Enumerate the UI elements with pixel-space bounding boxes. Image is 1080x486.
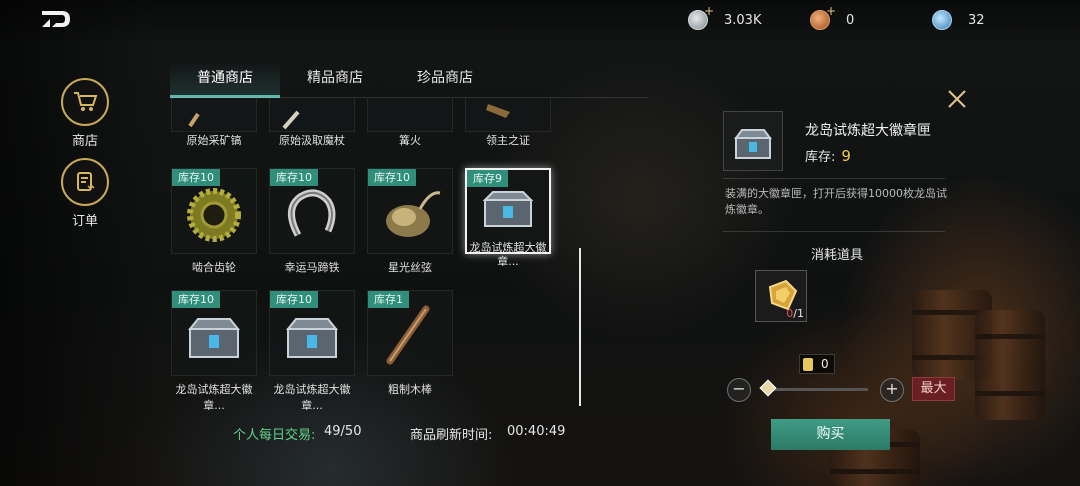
item-slot: 库存10 xyxy=(171,168,257,254)
stock-badge: 库存9 xyxy=(467,170,508,187)
item-slot: 库存1 xyxy=(367,290,453,376)
item-name: 幸运马蹄铁 xyxy=(284,261,340,274)
item-name: 粗制木棒 xyxy=(388,383,432,396)
shop-item[interactable]: 库存10 龙岛试炼超大徽章... xyxy=(269,290,355,414)
silver-amount: 3.03K xyxy=(724,12,762,28)
stock-badge: 库存10 xyxy=(172,169,220,186)
detail-item-icon xyxy=(723,111,783,171)
item-slot: 库存10 xyxy=(269,290,355,376)
item-slot xyxy=(171,98,257,132)
stock-badge: 库存10 xyxy=(270,169,318,186)
tab-rare-shop[interactable]: 珍品商店 xyxy=(390,62,500,98)
tab-premium-shop[interactable]: 精品商店 xyxy=(280,62,390,98)
decrease-button[interactable]: − xyxy=(727,378,751,402)
consume-item-slot[interactable]: 0/1 xyxy=(755,270,807,322)
item-slot xyxy=(269,98,355,132)
grid-scrollbar[interactable] xyxy=(579,248,581,406)
max-button[interactable]: 最大 xyxy=(912,377,955,401)
refresh-time-value: 00:40:49 xyxy=(507,424,566,439)
badge-chest-icon xyxy=(734,129,772,159)
item-name: 篝火 xyxy=(399,134,421,147)
divider xyxy=(723,178,945,179)
nav-shop-circle xyxy=(61,78,109,126)
lord-token-icon xyxy=(486,104,510,118)
item-name: 领主之证 xyxy=(486,134,530,147)
item-name: 星光丝弦 xyxy=(388,261,432,274)
crystal-orb-icon xyxy=(932,10,952,30)
shop-item[interactable]: 库存10 幸运马蹄铁 xyxy=(269,168,355,276)
copper-amount: 0 xyxy=(846,12,855,28)
item-slot: 库存10 xyxy=(171,290,257,376)
quantity-icon xyxy=(803,357,813,371)
consume-title: 消耗道具 xyxy=(810,248,863,263)
increase-button[interactable]: + xyxy=(880,378,904,402)
quantity-slider-track[interactable] xyxy=(764,388,868,391)
crystal-amount: 32 xyxy=(968,12,985,28)
nav-orders[interactable]: 订单 xyxy=(58,158,112,229)
nav-shop[interactable]: 商店 xyxy=(58,78,112,149)
item-name: 龙岛试炼超大徽章... xyxy=(273,383,351,412)
add-icon[interactable]: + xyxy=(826,5,836,17)
stock-badge: 库存10 xyxy=(172,291,220,308)
stock-badge: 库存1 xyxy=(368,291,409,308)
barrel-decoration xyxy=(975,310,1045,420)
left-shade xyxy=(0,0,160,486)
refresh-time-label: 商品刷新时间: xyxy=(410,428,493,443)
close-icon[interactable] xyxy=(946,88,968,110)
quantity-display: 0 xyxy=(799,354,835,374)
item-name: 原始汲取魔杖 xyxy=(279,134,345,147)
daily-trade-label: 个人每日交易: xyxy=(233,428,316,443)
shop-item-partial[interactable]: 原始汲取魔杖 xyxy=(269,98,355,147)
item-name: 啮合齿轮 xyxy=(192,261,236,274)
shop-item[interactable]: 库存10 龙岛试炼超大徽章... xyxy=(171,290,257,414)
add-icon[interactable]: + xyxy=(704,5,714,17)
buy-button[interactable]: 购买 xyxy=(771,419,890,450)
shop-item-selected[interactable]: 库存9 龙岛试炼超大徽章... xyxy=(465,168,551,268)
shop-item-partial[interactable]: 篝火 xyxy=(367,98,453,147)
nav-orders-label: 订单 xyxy=(71,214,98,229)
nav-orders-circle xyxy=(61,158,109,206)
copper-coin-icon: + xyxy=(810,5,836,30)
item-slot: 库存10 xyxy=(269,168,355,254)
tab-normal-shop[interactable]: 普通商店 xyxy=(170,62,280,98)
crystal-currency: 32 xyxy=(932,10,985,30)
silver-currency[interactable]: + 3.03K xyxy=(688,5,762,30)
consume-need: /1 xyxy=(793,307,804,320)
item-slot xyxy=(367,98,453,132)
wand-icon xyxy=(282,110,300,130)
shop-item[interactable]: 库存10 啮合齿轮 xyxy=(171,168,257,276)
copper-currency[interactable]: + 0 xyxy=(810,5,855,30)
silver-coin-icon: + xyxy=(688,5,714,30)
quantity-value: 0 xyxy=(821,357,829,371)
shop-item[interactable]: 库存1 粗制木棒 xyxy=(367,290,453,398)
detail-description: 装满的大徽章匣，打开后获得10000枚龙岛试炼徽章。 xyxy=(725,187,947,216)
item-slot xyxy=(465,98,551,132)
back-arrow-icon[interactable] xyxy=(40,8,72,30)
daily-trade-value: 49/50 xyxy=(324,424,362,439)
detail-stock-value: 9 xyxy=(841,147,851,165)
shop-item-partial[interactable]: 领主之证 xyxy=(465,98,551,147)
item-slot: 库存10 xyxy=(367,168,453,254)
item-name: 龙岛试炼超大徽章... xyxy=(175,383,253,412)
detail-item-name: 龙岛试炼超大徽章匣 xyxy=(805,123,931,139)
item-slot-selected: 库存9 龙岛试炼超大徽章... xyxy=(465,168,551,268)
shop-item-partial[interactable]: 原始采矿镐 xyxy=(171,98,257,147)
top-bar: + 3.03K + 0 32 xyxy=(0,0,1080,40)
shopping-cart-icon xyxy=(74,92,98,111)
shop-item[interactable]: 库存10 星光丝弦 xyxy=(367,168,453,276)
nav-shop-label: 商店 xyxy=(71,134,98,149)
stock-badge: 库存10 xyxy=(368,169,416,186)
consume-count: 0/1 xyxy=(786,307,804,320)
stock-badge: 库存10 xyxy=(270,291,318,308)
pickaxe-icon xyxy=(188,112,200,128)
detail-stock: 库存: 9 xyxy=(805,146,851,165)
item-name: 原始采矿镐 xyxy=(186,134,242,147)
divider xyxy=(723,231,945,232)
item-name: 龙岛试炼超大徽章... xyxy=(469,241,547,268)
detail-stock-label: 库存: xyxy=(805,150,836,165)
order-list-icon xyxy=(77,172,95,191)
shop-tabs: 普通商店 精品商店 珍品商店 xyxy=(170,62,500,98)
